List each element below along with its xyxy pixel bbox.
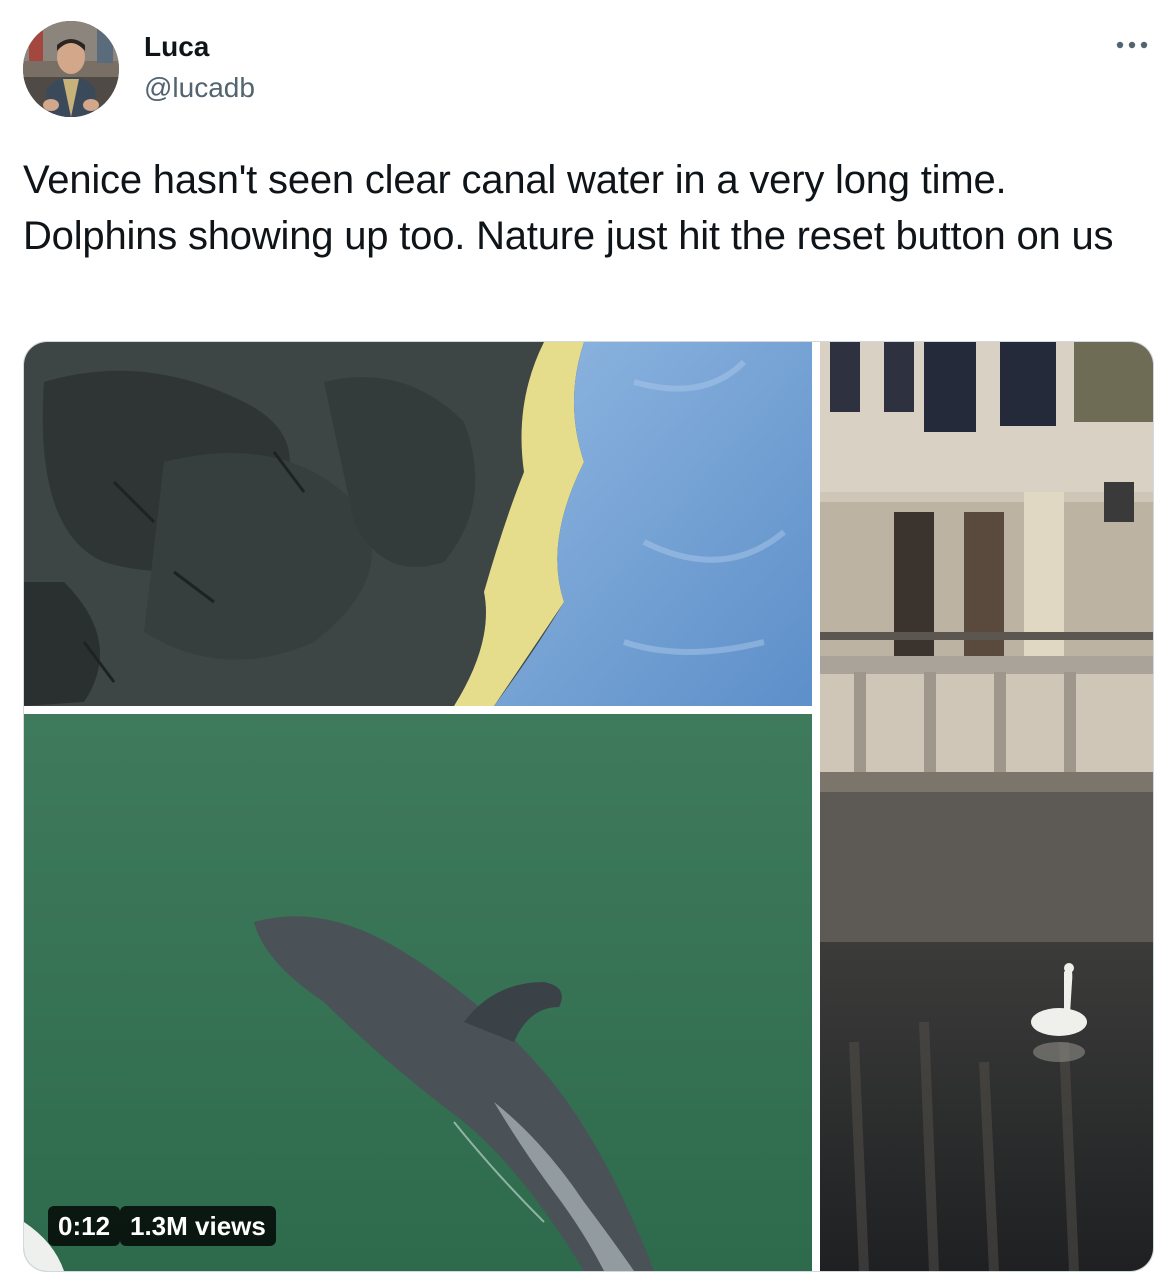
video-thumbnail xyxy=(24,342,1153,1271)
panel-clear-water xyxy=(24,342,812,706)
user-avatar-photo-icon xyxy=(23,21,119,117)
avatar[interactable] xyxy=(23,21,119,117)
video-views-badge: 1.3M views xyxy=(120,1206,276,1246)
author-display-name[interactable]: Luca xyxy=(144,31,209,63)
panel-canal-swan xyxy=(820,342,1153,1271)
tweet-card[interactable]: Luca @lucadb Venice hasn't seen clear ca… xyxy=(0,0,1174,1280)
panel-dolphin xyxy=(24,714,812,1271)
ellipsis-icon xyxy=(1116,41,1148,49)
author-handle[interactable]: @lucadb xyxy=(144,72,255,104)
more-options-button[interactable] xyxy=(1112,30,1152,60)
video-duration-badge: 0:12 xyxy=(48,1206,121,1246)
video-player[interactable]: 0:12 1.3M views xyxy=(23,341,1154,1272)
tweet-text: Venice hasn't seen clear canal water in … xyxy=(23,158,1114,258)
